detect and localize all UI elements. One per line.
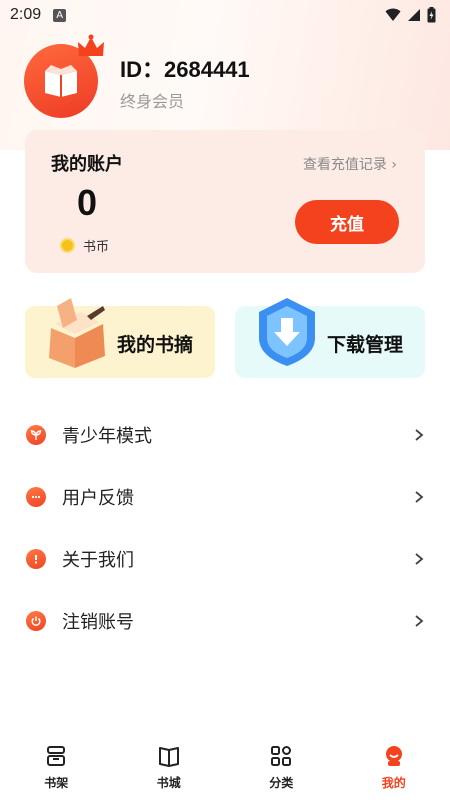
recharge-record-link[interactable]: 查看充值记录 ›	[303, 154, 397, 174]
tab-bookstore[interactable]: 书城	[113, 732, 226, 800]
tab-label-category: 分类	[269, 776, 294, 790]
battery-icon	[427, 7, 436, 23]
menu-item-delete-account[interactable]: 注销账号	[0, 590, 450, 652]
membership-label: 终身会员	[120, 92, 185, 111]
status-bar: 2:09 A	[0, 0, 450, 30]
wifi-icon	[385, 8, 401, 21]
tab-bookshelf[interactable]: 书架	[0, 732, 113, 800]
my-notes-card[interactable]: 我的书摘	[25, 298, 215, 378]
menu-item-feedback[interactable]: 用户反馈	[0, 466, 450, 528]
tab-label-bookshelf: 书架	[44, 776, 69, 790]
account-card: 我的账户 查看充值记录 › 0 书币 充值	[25, 130, 425, 273]
download-shield-icon	[259, 298, 315, 366]
menu-label-teen-mode: 青少年模式	[62, 426, 152, 447]
bookstore-icon	[158, 747, 179, 767]
crown-icon	[78, 34, 104, 56]
tab-label-bookstore: 书城	[156, 776, 181, 790]
tab-category[interactable]: 分类	[225, 732, 338, 800]
info-icon	[26, 549, 46, 569]
coin-icon	[60, 238, 75, 253]
menu-label-delete-account: 注销账号	[62, 612, 134, 633]
power-icon	[26, 611, 46, 631]
menu-item-about[interactable]: 关于我们	[0, 528, 450, 590]
chevron-right-icon	[415, 553, 424, 565]
menu-item-teen-mode[interactable]: 青少年模式	[0, 404, 450, 466]
notification-icon: A	[53, 8, 67, 22]
user-id: ID：2684441	[120, 57, 250, 82]
open-book-icon	[49, 298, 105, 368]
category-icon	[271, 746, 292, 766]
currency-label: 书币	[83, 240, 110, 255]
my-notes-label: 我的书摘	[117, 334, 194, 356]
profile-icon	[385, 746, 402, 766]
recharge-button[interactable]: 充值	[295, 200, 399, 244]
chevron-right-icon	[415, 429, 424, 441]
menu-label-feedback: 用户反馈	[62, 488, 134, 509]
settings-menu: 青少年模式 用户反馈 关于我们 注销账号	[0, 404, 450, 652]
menu-label-about: 关于我们	[62, 550, 134, 571]
sprout-icon	[26, 425, 46, 445]
chevron-right-icon	[415, 491, 424, 503]
currency-row: 书币	[60, 236, 109, 255]
status-time: 2:09	[10, 6, 42, 23]
download-manager-card[interactable]: 下载管理	[235, 298, 425, 378]
bottom-tab-bar: 书架 书城 分类 我的	[0, 732, 450, 800]
book-box-icon	[45, 65, 77, 97]
account-title: 我的账户	[51, 154, 123, 175]
tab-mine[interactable]: 我的	[338, 732, 450, 800]
chevron-right-icon	[415, 615, 424, 627]
coin-balance: 0	[77, 182, 98, 223]
signal-icon	[408, 9, 420, 21]
status-indicators	[385, 7, 436, 23]
chat-icon	[26, 487, 46, 507]
tab-label-mine: 我的	[381, 776, 406, 790]
profile-header: ID：2684441 终身会员	[24, 34, 424, 118]
bookshelf-icon	[47, 746, 66, 766]
download-manager-label: 下载管理	[327, 334, 404, 356]
